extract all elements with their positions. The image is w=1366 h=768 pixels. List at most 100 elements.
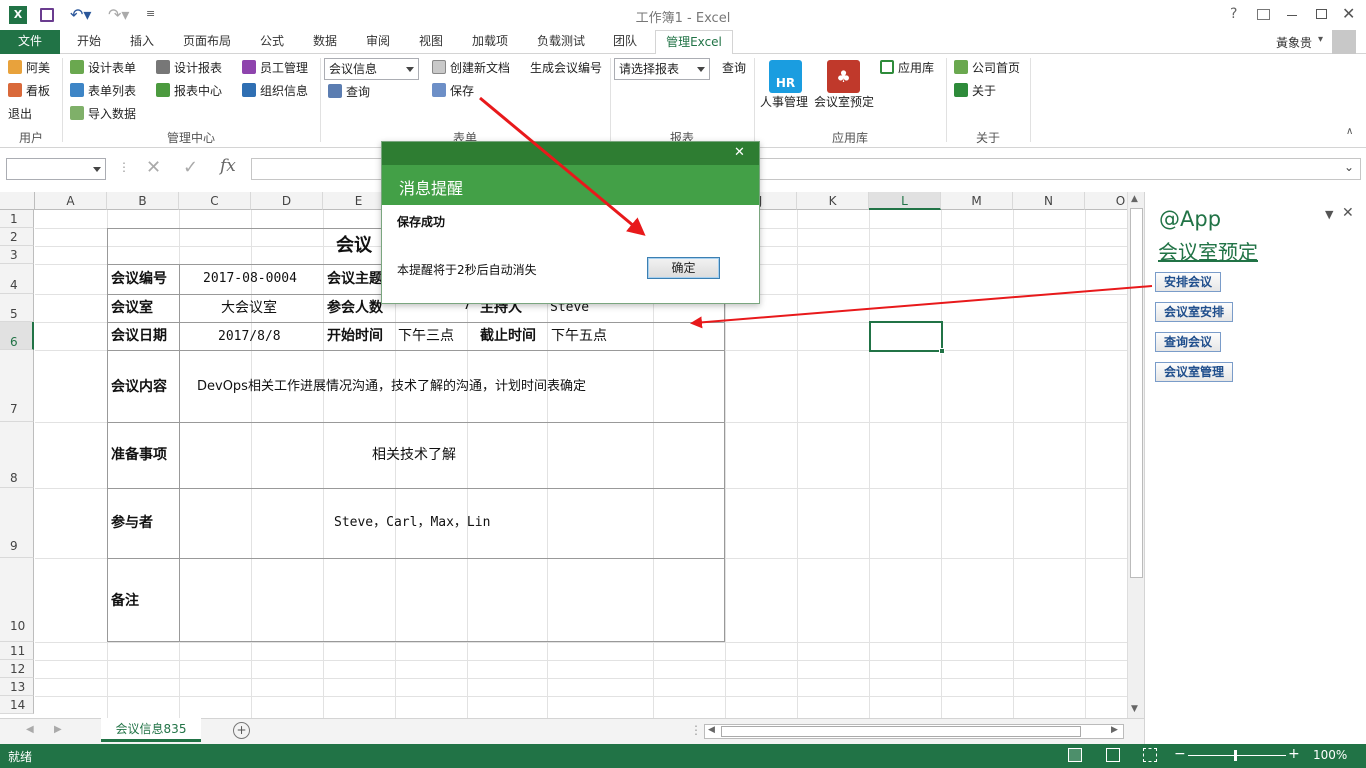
create-document-button[interactable]: 创建新文档 xyxy=(432,58,510,78)
value-end-time[interactable]: 下午五点 xyxy=(551,327,607,345)
value-meeting-content[interactable]: DevOps相关工作进展情况沟通，技术了解的沟通，计划时间表确定 xyxy=(197,378,586,396)
column-header[interactable]: K xyxy=(797,192,869,210)
sheet-title[interactable]: 会议 xyxy=(336,237,372,255)
row-header[interactable]: 9 xyxy=(0,488,34,558)
tab-page-layout[interactable]: 页面布局 xyxy=(170,30,244,54)
row-header[interactable]: 6 xyxy=(0,322,34,350)
tab-load-test[interactable]: 负载测试 xyxy=(526,30,596,54)
horizontal-scrollbar[interactable]: ◀ ▶ xyxy=(704,724,1124,739)
row-header[interactable]: 4 xyxy=(0,264,34,294)
label-participants[interactable]: 参与者 xyxy=(111,514,153,532)
save-button[interactable]: 保存 xyxy=(432,81,474,101)
zoom-level[interactable]: 100% xyxy=(1313,748,1347,762)
row-header[interactable]: 13 xyxy=(0,678,34,696)
label-start-time[interactable]: 开始时间 xyxy=(327,327,383,345)
sheet-tab[interactable]: 会议信息835 xyxy=(101,718,201,742)
value-participants[interactable]: Steve，Carl，Max，Lin xyxy=(334,514,490,532)
design-form-button[interactable]: 设计表单 xyxy=(70,58,136,78)
scroll-right-icon[interactable]: ▶ xyxy=(1111,725,1118,735)
employee-manage-button[interactable]: 员工管理 xyxy=(242,58,308,78)
row-header[interactable]: 1 xyxy=(0,210,34,228)
label-meeting-date[interactable]: 会议日期 xyxy=(111,327,167,345)
label-meeting-topic[interactable]: 会议主题 xyxy=(327,270,383,288)
next-sheet-icon[interactable]: ▶ xyxy=(54,724,62,735)
label-meeting-no[interactable]: 会议编号 xyxy=(111,270,167,288)
column-header[interactable]: A xyxy=(35,192,107,210)
query-meeting-button[interactable]: 查询会议 xyxy=(1155,332,1222,352)
pane-close-icon[interactable]: ✕ xyxy=(1342,205,1354,221)
label-meeting-content[interactable]: 会议内容 xyxy=(111,378,167,396)
design-report-button[interactable]: 设计报表 xyxy=(156,58,222,78)
row-header[interactable]: 7 xyxy=(0,350,34,422)
ribbon-display-icon[interactable] xyxy=(1257,9,1270,20)
tab-review[interactable]: 审阅 xyxy=(352,30,404,54)
page-layout-view-icon[interactable] xyxy=(1106,748,1120,762)
avatar[interactable] xyxy=(1332,30,1356,54)
column-header[interactable]: B xyxy=(107,192,179,210)
form-query-button[interactable]: 查询 xyxy=(328,82,370,102)
hr-icon[interactable]: HR xyxy=(769,60,802,93)
logout-button[interactable]: 退出 xyxy=(8,104,32,124)
meeting-booking-link[interactable]: 会议室预定 xyxy=(1158,236,1258,265)
column-header[interactable]: O xyxy=(1085,192,1127,210)
hr-manage-button[interactable]: 人事管理 xyxy=(760,92,808,112)
select-all-corner[interactable] xyxy=(0,192,35,210)
row-header[interactable]: 3 xyxy=(0,246,34,264)
cancel-icon[interactable]: ✕ xyxy=(146,157,161,178)
value-meeting-no[interactable]: 2017-08-0004 xyxy=(203,270,297,288)
chevron-down-icon[interactable]: ▾ xyxy=(1318,34,1323,45)
tab-home[interactable]: 开始 xyxy=(62,30,116,54)
help-icon[interactable]: ? xyxy=(1230,6,1237,22)
about-button[interactable]: 关于 xyxy=(954,81,996,101)
dialog-ok-button[interactable]: 确定 xyxy=(647,257,720,279)
normal-view-icon[interactable] xyxy=(1068,748,1082,762)
dashboard-button[interactable]: 看板 xyxy=(8,81,50,101)
report-query-button[interactable]: 查询 xyxy=(722,58,746,78)
tab-insert[interactable]: 插入 xyxy=(116,30,168,54)
label-preparation[interactable]: 准备事项 xyxy=(111,446,167,464)
label-meeting-room[interactable]: 会议室 xyxy=(111,299,153,317)
column-header[interactable]: D xyxy=(251,192,323,210)
enter-icon[interactable]: ✓ xyxy=(183,157,198,178)
minimize-icon[interactable] xyxy=(1287,15,1297,16)
generate-number-button[interactable]: 生成会议编号 xyxy=(530,58,602,78)
zoom-in-icon[interactable]: + xyxy=(1288,746,1300,762)
column-header[interactable]: C xyxy=(179,192,251,210)
zoom-out-icon[interactable]: − xyxy=(1174,746,1186,762)
column-header[interactable]: M xyxy=(941,192,1013,210)
scroll-thumb[interactable] xyxy=(721,726,1081,737)
schedule-meeting-button[interactable]: 安排会议 xyxy=(1155,272,1222,292)
scroll-left-icon[interactable]: ◀ xyxy=(708,725,715,735)
fill-handle[interactable] xyxy=(939,348,945,354)
value-meeting-date[interactable]: 2017/8/8 xyxy=(218,328,281,346)
form-select[interactable]: 会议信息 xyxy=(324,58,419,80)
label-attendee-count[interactable]: 参会人数 xyxy=(327,299,383,317)
tab-manage-excel[interactable]: 管理Excel xyxy=(655,30,733,55)
dialog-close-icon[interactable]: ✕ xyxy=(734,145,745,160)
meeting-booking-button[interactable]: 会议室预定 xyxy=(814,92,874,112)
function-icon[interactable]: fx xyxy=(220,156,236,176)
value-meeting-room[interactable]: 大会议室 xyxy=(221,299,277,317)
room-management-button[interactable]: 会议室管理 xyxy=(1155,362,1234,382)
label-end-time[interactable]: 截止时间 xyxy=(480,327,536,345)
zoom-slider-thumb[interactable] xyxy=(1234,750,1237,761)
scroll-thumb[interactable] xyxy=(1130,208,1143,578)
value-preparation[interactable]: 相关技术了解 xyxy=(372,446,456,464)
scroll-up-icon[interactable]: ▲ xyxy=(1131,194,1138,204)
tab-file[interactable]: 文件 xyxy=(0,30,60,54)
active-cell[interactable] xyxy=(869,321,943,352)
meeting-room-icon[interactable]: ♣ xyxy=(827,60,860,93)
row-header[interactable]: 10 xyxy=(0,558,34,642)
column-header[interactable]: N xyxy=(1013,192,1085,210)
value-start-time[interactable]: 下午三点 xyxy=(398,327,454,345)
column-header[interactable]: L xyxy=(869,192,941,210)
tab-addins[interactable]: 加载项 xyxy=(460,30,520,54)
add-sheet-icon[interactable]: + xyxy=(233,722,250,739)
tab-data[interactable]: 数据 xyxy=(300,30,350,54)
form-list-button[interactable]: 表单列表 xyxy=(70,81,136,101)
row-header[interactable]: 14 xyxy=(0,696,34,714)
room-schedule-button[interactable]: 会议室安排 xyxy=(1155,302,1234,322)
collapse-ribbon-icon[interactable]: ∧ xyxy=(1346,126,1353,137)
user-name[interactable]: 黃象贵 xyxy=(1276,34,1312,51)
company-home-button[interactable]: 公司首页 xyxy=(954,58,1020,78)
